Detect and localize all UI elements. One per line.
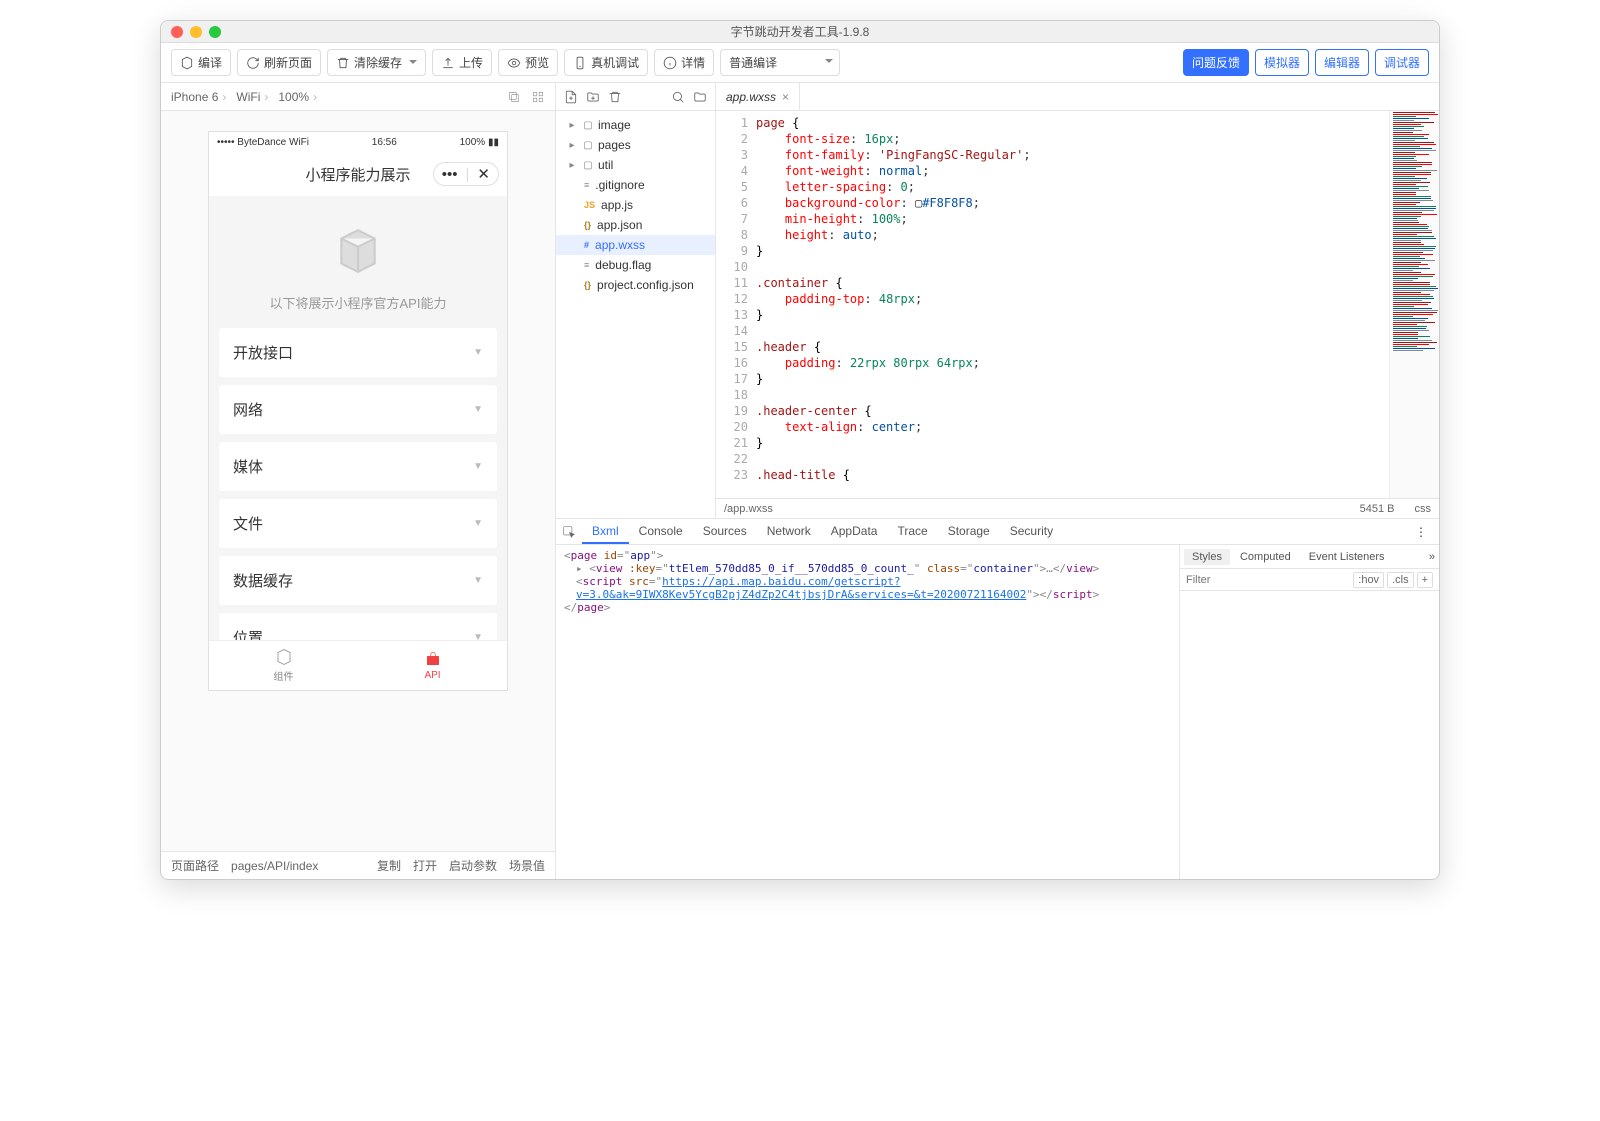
add-style-button[interactable]: + xyxy=(1417,572,1433,588)
styles-filter-input[interactable] xyxy=(1186,574,1350,586)
file-.gitignore[interactable]: ≡.gitignore xyxy=(556,175,715,195)
menu-row-0[interactable]: 开放接口▼ xyxy=(219,328,497,377)
page-path-label: 页面路径 xyxy=(171,857,219,874)
simulator-toolbar: iPhone 6› WiFi› 100%› xyxy=(161,83,555,111)
debugger-toggle-button[interactable]: 调试器 xyxy=(1375,49,1429,76)
scene-value-button[interactable]: 场景值 xyxy=(509,857,545,874)
folder-util[interactable]: ▸▢util xyxy=(556,155,715,175)
new-file-icon[interactable] xyxy=(564,90,578,104)
launch-params-button[interactable]: 启动参数 xyxy=(449,857,497,874)
tab-api[interactable]: API xyxy=(358,641,507,690)
open-path-button[interactable]: 打开 xyxy=(413,857,437,874)
search-icon[interactable] xyxy=(671,90,685,104)
hov-toggle[interactable]: :hov xyxy=(1353,572,1384,588)
open-folder-icon[interactable] xyxy=(693,90,707,104)
simulator-footer: 页面路径 pages/API/index 复制 打开 启动参数 场景值 xyxy=(161,851,555,879)
clear-cache-button[interactable]: 清除缓存 xyxy=(327,49,426,76)
code-area[interactable]: 1234567891011121314151617181920212223 pa… xyxy=(716,111,1439,498)
phone-nav-title: 小程序能力展示 xyxy=(305,164,410,185)
file-debug.flag[interactable]: ≡debug.flag xyxy=(556,255,715,275)
folder-image[interactable]: ▸▢image xyxy=(556,115,715,135)
file-app.json[interactable]: {}app.json xyxy=(556,215,715,235)
grid-icon[interactable] xyxy=(531,90,545,104)
file-explorer: ▸▢image▸▢pages▸▢util≡.gitignoreJSapp.js{… xyxy=(556,83,716,518)
remote-debug-button[interactable]: 真机调试 xyxy=(564,49,648,76)
close-tab-icon[interactable]: × xyxy=(782,90,789,104)
editor-tab-appwxss[interactable]: app.wxss × xyxy=(716,83,800,110)
phone-tabbar: 组件 API xyxy=(209,640,507,690)
details-button[interactable]: 详情 xyxy=(654,49,714,76)
styletab-event-listeners[interactable]: Event Listeners xyxy=(1301,549,1393,565)
new-folder-icon[interactable] xyxy=(586,90,600,104)
refresh-button[interactable]: 刷新页面 xyxy=(237,49,321,76)
devtab-network[interactable]: Network xyxy=(757,520,821,544)
code-editor: app.wxss × 12345678910111213141516171819… xyxy=(716,83,1439,518)
compile-button[interactable]: 编译 xyxy=(171,49,231,76)
devtab-security[interactable]: Security xyxy=(1000,520,1063,544)
copy-path-button[interactable]: 复制 xyxy=(377,857,401,874)
cls-toggle[interactable]: .cls xyxy=(1387,572,1414,588)
phone-statusbar: ••••• ByteDance WiFi 16:56 100% ▮▮ xyxy=(209,132,507,152)
window-titlebar: 字节跳动开发者工具-1.9.8 xyxy=(161,21,1439,43)
preview-button[interactable]: 预览 xyxy=(498,49,558,76)
styletab-computed[interactable]: Computed xyxy=(1232,549,1299,565)
menu-row-3[interactable]: 文件▼ xyxy=(219,499,497,548)
devtools-more-icon[interactable]: ⋮ xyxy=(1409,525,1433,539)
elements-tree[interactable]: <page id="app"> ▸ <view :key="ttElem_570… xyxy=(556,545,1179,879)
toolbox-icon xyxy=(424,650,442,668)
minimap[interactable] xyxy=(1389,111,1439,498)
devtab-console[interactable]: Console xyxy=(629,520,693,544)
delete-icon[interactable] xyxy=(608,90,622,104)
menu-row-5[interactable]: 位置▼ xyxy=(219,613,497,640)
page-path-value: pages/API/index xyxy=(231,859,365,873)
compile-mode-select[interactable]: 普通编译 xyxy=(720,49,840,76)
phone-navbar: 小程序能力展示 ••• | ✕ xyxy=(209,152,507,196)
devtab-bxml[interactable]: Bxml xyxy=(582,520,629,544)
capsule-menu-icon[interactable]: ••• xyxy=(442,166,458,183)
devtab-trace[interactable]: Trace xyxy=(887,520,937,544)
phone-simulator: ••••• ByteDance WiFi 16:56 100% ▮▮ 小程序能力… xyxy=(208,131,508,691)
cube-icon xyxy=(333,226,383,276)
feedback-button[interactable]: 问题反馈 xyxy=(1183,49,1249,76)
folder-pages[interactable]: ▸▢pages xyxy=(556,135,715,155)
styletab-styles[interactable]: Styles xyxy=(1184,549,1230,565)
devtools-panel: BxmlConsoleSourcesNetworkAppDataTraceSto… xyxy=(556,519,1439,879)
device-select[interactable]: iPhone 6› xyxy=(171,90,226,104)
file-app.js[interactable]: JSapp.js xyxy=(556,195,715,215)
editor-toggle-button[interactable]: 编辑器 xyxy=(1315,49,1369,76)
menu-row-1[interactable]: 网络▼ xyxy=(219,385,497,434)
capsule-close-icon[interactable]: ✕ xyxy=(477,165,490,183)
hero-text: 以下将展示小程序官方API能力 xyxy=(219,293,497,312)
menu-row-2[interactable]: 媒体▼ xyxy=(219,442,497,491)
inspect-icon[interactable] xyxy=(562,525,576,539)
window-title: 字节跳动开发者工具-1.9.8 xyxy=(161,23,1439,40)
main-toolbar: 编译 刷新页面 清除缓存 上传 预览 真机调试 详情 普通编译 问题反馈 模拟器… xyxy=(161,43,1439,83)
cube-icon xyxy=(275,648,293,666)
network-select[interactable]: WiFi› xyxy=(236,90,268,104)
devtab-appdata[interactable]: AppData xyxy=(821,520,888,544)
devtab-storage[interactable]: Storage xyxy=(938,520,1000,544)
devtab-sources[interactable]: Sources xyxy=(693,520,757,544)
editor-statusbar: /app.wxss 5451 B css xyxy=(716,498,1439,518)
simulator-toggle-button[interactable]: 模拟器 xyxy=(1255,49,1309,76)
file-project.config.json[interactable]: {}project.config.json xyxy=(556,275,715,295)
zoom-select[interactable]: 100%› xyxy=(278,90,317,104)
upload-button[interactable]: 上传 xyxy=(432,49,492,76)
styles-panel: StylesComputedEvent Listeners » :hov .cl… xyxy=(1179,545,1439,879)
copy-icon[interactable] xyxy=(507,90,521,104)
styles-more-icon[interactable]: » xyxy=(1429,551,1435,563)
tab-components[interactable]: 组件 xyxy=(209,641,358,690)
file-app.wxss[interactable]: #app.wxss xyxy=(556,235,715,255)
menu-row-4[interactable]: 数据缓存▼ xyxy=(219,556,497,605)
